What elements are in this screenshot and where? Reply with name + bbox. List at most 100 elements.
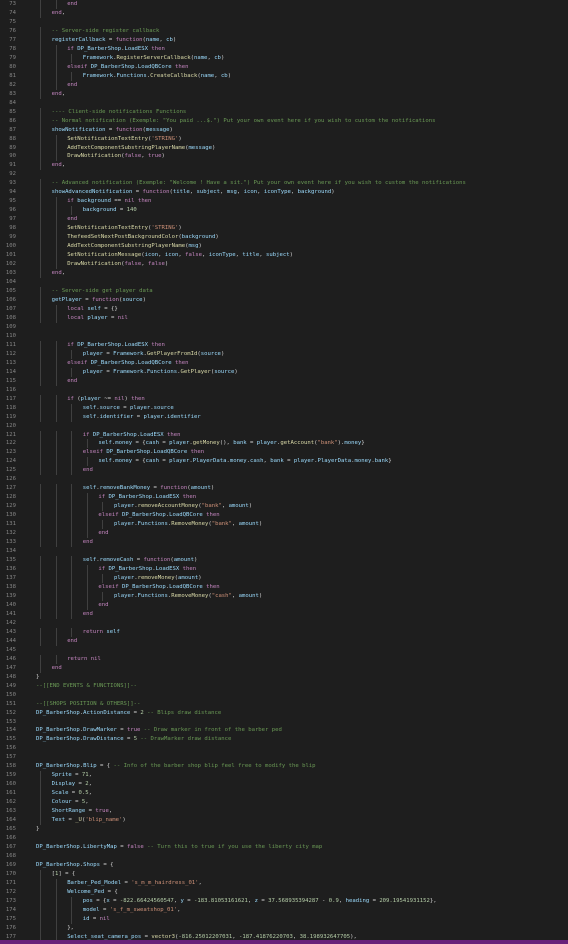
code-line[interactable]: 150: [0, 691, 568, 700]
code-line[interactable]: 174 model = 's_f_m_sweatshop_01',: [0, 905, 568, 915]
code-line[interactable]: 134: [0, 547, 568, 556]
code-line[interactable]: 89 AddTextComponentSubstringPlayerName(me…: [0, 143, 568, 153]
code-line[interactable]: 85 ---- Client-side notifications Functio…: [0, 107, 568, 117]
code-line[interactable]: 166: [0, 834, 568, 843]
code-line[interactable]: 136 if DP_BarberShop.LoadESX then: [0, 565, 568, 574]
code-line[interactable]: 90 DrawNotification(false, true): [0, 152, 568, 162]
code-line[interactable]: 105 -- Server-side get player data: [0, 287, 568, 296]
code-line[interactable]: 86 -- Normal notification (Exemple: "You …: [0, 116, 568, 126]
code-line[interactable]: 122 self.money = {cash = player.getMoney(…: [0, 439, 568, 449]
code-line[interactable]: 168: [0, 852, 568, 861]
code-line[interactable]: 112 player = Framework.GetPlayerFromId(so…: [0, 349, 568, 359]
code-line[interactable]: 104: [0, 278, 568, 287]
code-line[interactable]: 109: [0, 323, 568, 332]
code-line[interactable]: 161 Scale = 0.5,: [0, 789, 568, 799]
code-line[interactable]: 152 DP_BarberShop.ActionDistance = 2 -- B…: [0, 709, 568, 718]
code-line[interactable]: 125 end: [0, 466, 568, 476]
code-line[interactable]: 119 self.identifier = player.identifier: [0, 412, 568, 422]
code-line[interactable]: 96 background = 140: [0, 206, 568, 216]
code-line[interactable]: 128 if DP_BarberShop.LoadESX then: [0, 493, 568, 503]
code-line[interactable]: 135 self.removeCash = function(amount): [0, 556, 568, 566]
code-line[interactable]: 101 SetNotificationMessage(icon, icon, fa…: [0, 251, 568, 261]
code-line[interactable]: 154 DP_BarberShop.DrawMarker = true -- Dr…: [0, 726, 568, 735]
code-line[interactable]: 81 Framework.Functions.CreateCallback(nam…: [0, 71, 568, 81]
code-line[interactable]: 163 ShortRange = true,: [0, 807, 568, 817]
code-line[interactable]: 177 Select_seat_camera_pos = vector3(-816…: [0, 932, 568, 940]
code-line[interactable]: 170 [1] = {: [0, 869, 568, 879]
code-line[interactable]: 144 end: [0, 636, 568, 646]
code-line[interactable]: 102 DrawNotification(false, false): [0, 260, 568, 270]
code-line[interactable]: 171 Barber_Ped_Model = 's_m_m_hairdress_0…: [0, 878, 568, 888]
code-line[interactable]: 165}: [0, 825, 568, 834]
code-line[interactable]: 87 showNotification = function(message): [0, 125, 568, 135]
code-line[interactable]: 137 player.removeMoney(amount): [0, 574, 568, 583]
code-line[interactable]: 92: [0, 170, 568, 179]
code-line[interactable]: 148}: [0, 673, 568, 682]
code-line[interactable]: 147 end: [0, 663, 568, 673]
code-line[interactable]: 130 elseif DP_BarberShop.LoadQBCore then: [0, 511, 568, 521]
code-line[interactable]: 107 local self = {}: [0, 304, 568, 314]
code-line[interactable]: 108 local player = nil: [0, 313, 568, 323]
code-line[interactable]: 99 ThefeedSetNextPostBackgroundColor(back…: [0, 233, 568, 243]
code-line[interactable]: 156: [0, 744, 568, 753]
code-line[interactable]: 164 Text = _U('blip_name'): [0, 816, 568, 826]
code-line[interactable]: 129 player.removeAccountMoney("bank", amo…: [0, 502, 568, 512]
code-line[interactable]: 98 SetNotificationTextEntry('STRING'): [0, 224, 568, 234]
code-line[interactable]: 113 elseif DP_BarberShop.LoadQBCore then: [0, 358, 568, 368]
code-line[interactable]: 138 elseif DP_BarberShop.LoadQBCore then: [0, 582, 568, 592]
code-line[interactable]: 124 self.money = {cash = player.PlayerDat…: [0, 457, 568, 467]
code-line[interactable]: 143 return self: [0, 627, 568, 637]
code-line[interactable]: 139 player.Functions.RemoveMoney("cash", …: [0, 591, 568, 601]
code-line[interactable]: 80 elseif DP_BarberShop.LoadQBCore then: [0, 62, 568, 72]
code-line[interactable]: 103 end,: [0, 269, 568, 279]
code-line[interactable]: 100 AddTextComponentSubstringPlayerName(m…: [0, 242, 568, 252]
code-line[interactable]: 115 end: [0, 376, 568, 386]
code-line[interactable]: 94 showAdvancedNotification = function(ti…: [0, 188, 568, 198]
code-line[interactable]: 88 SetNotificationTextEntry('STRING'): [0, 134, 568, 144]
code-line[interactable]: 146 return nil: [0, 654, 568, 664]
code-line[interactable]: 160 Display = 2,: [0, 780, 568, 790]
code-line[interactable]: 155 DP_BarberShop.DrawDistance = 5 -- Dra…: [0, 735, 568, 744]
code-line[interactable]: 173 pos = {x = -822.66424560547, y = -183…: [0, 896, 568, 906]
code-line[interactable]: 110: [0, 332, 568, 341]
code-line[interactable]: 82 end: [0, 80, 568, 90]
code-line[interactable]: 141 end: [0, 609, 568, 619]
code-editor[interactable]: 73 end 74 end, 75 76 -- Server-side register c…: [0, 0, 568, 940]
code-line[interactable]: 127 self.removeBankMoney = function(amoun…: [0, 484, 568, 494]
code-line[interactable]: 133 end: [0, 538, 568, 548]
code-line[interactable]: 162 Colour = 5,: [0, 798, 568, 808]
code-line[interactable]: 149 --[[END EVENTS & FUNCTIONS]]--: [0, 682, 568, 691]
code-line[interactable]: 116: [0, 386, 568, 395]
code-line[interactable]: 167 DP_BarberShop.LibertyMap = false -- T…: [0, 843, 568, 852]
code-line[interactable]: 158 DP_BarberShop.Blip = { -- Info of the…: [0, 762, 568, 771]
code-line[interactable]: 95 if background == nil then: [0, 197, 568, 207]
code-line[interactable]: 79 Framework.RegisterServerCallback(name,…: [0, 53, 568, 63]
code-line[interactable]: 172 Welcome_Ped = {: [0, 887, 568, 897]
code-line[interactable]: 169 DP_BarberShop.Shops = {: [0, 861, 568, 870]
code-line[interactable]: 78 if DP_BarberShop.LoadESX then: [0, 44, 568, 54]
code-line[interactable]: 175 id = nil: [0, 914, 568, 924]
code-line[interactable]: 120: [0, 422, 568, 431]
code-line[interactable]: 75: [0, 18, 568, 27]
code-line[interactable]: 153: [0, 718, 568, 727]
code-line[interactable]: 151 --[[SHOPS POSITION & OTHERS]]--: [0, 700, 568, 709]
code-line[interactable]: 142: [0, 619, 568, 628]
code-line[interactable]: 131 player.Functions.RemoveMoney("bank", …: [0, 520, 568, 530]
code-line[interactable]: 84: [0, 99, 568, 108]
code-line[interactable]: 83 end,: [0, 89, 568, 99]
code-line[interactable]: 117 if (player ~= nil) then: [0, 394, 568, 404]
code-line[interactable]: 93 -- Advanced notification (Exemple: "We…: [0, 179, 568, 189]
code-line[interactable]: 91 end,: [0, 161, 568, 171]
code-line[interactable]: 114 player = Framework.Functions.GetPlaye…: [0, 367, 568, 377]
code-line[interactable]: 157: [0, 753, 568, 762]
code-line[interactable]: 123 elseif DP_BarberShop.LoadQBCore then: [0, 448, 568, 458]
code-line[interactable]: 73 end: [0, 0, 568, 9]
code-line[interactable]: 97 end: [0, 215, 568, 225]
code-line[interactable]: 106 getPlayer = function(source): [0, 295, 568, 305]
code-line[interactable]: 140 end: [0, 600, 568, 610]
code-line[interactable]: 159 Sprite = 71,: [0, 771, 568, 781]
code-line[interactable]: 145: [0, 646, 568, 655]
code-line[interactable]: 176},: [0, 923, 568, 933]
code-line[interactable]: 76 -- Server-side register callback: [0, 26, 568, 36]
code-line[interactable]: 121 if DP_BarberShop.LoadESX then: [0, 430, 568, 440]
